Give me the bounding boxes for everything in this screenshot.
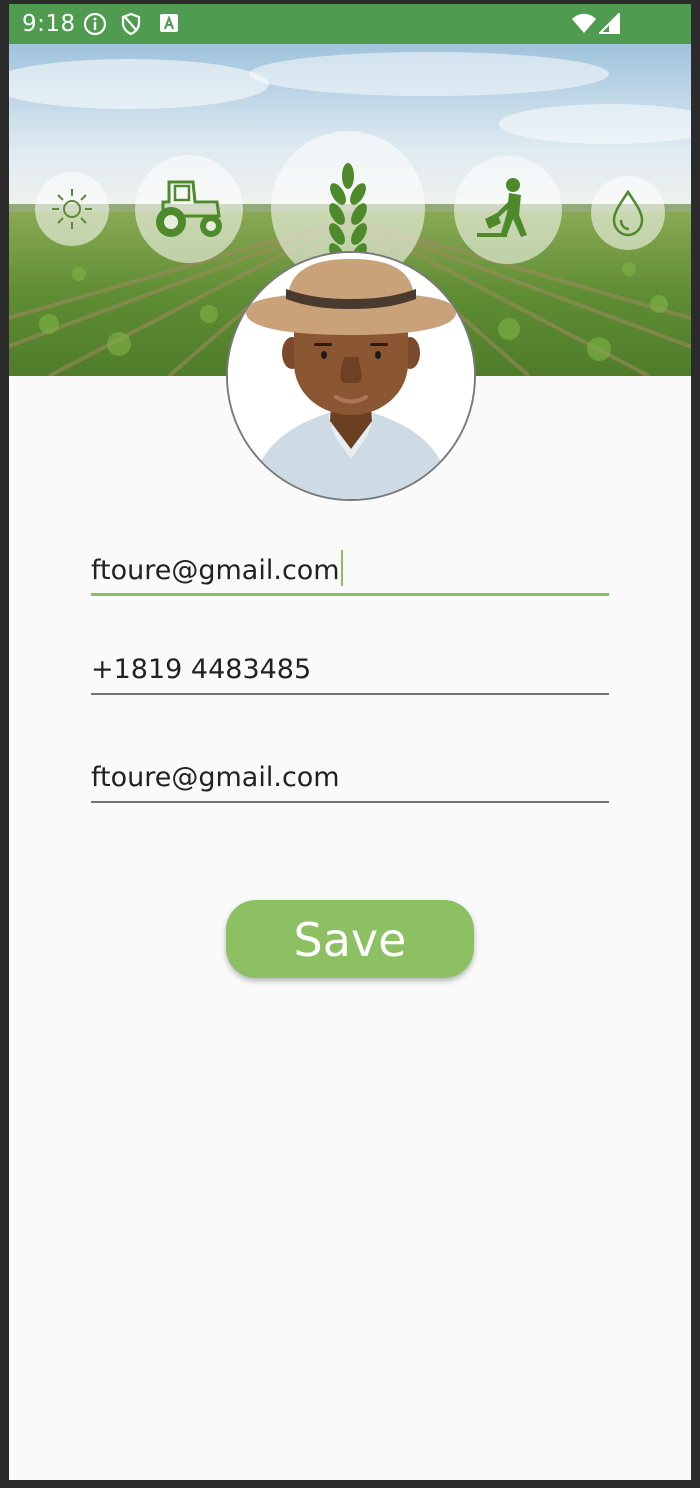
shield-icon: [120, 12, 142, 41]
email-field[interactable]: ftoure@gmail.com: [91, 544, 609, 596]
status-bar: 9:18: [9, 4, 691, 44]
a-badge-icon: [159, 12, 179, 39]
sun-icon: [35, 172, 109, 246]
wifi-icon: [571, 13, 597, 40]
info-icon: [83, 12, 107, 41]
phone-field[interactable]: +1819 4483485: [91, 643, 609, 695]
email-field-value: ftoure@gmail.com: [91, 555, 340, 586]
app-screen: 9:18 ftoure@gmail.com +1819 4483485 ftou…: [9, 4, 691, 1480]
email-confirm-field-underline: [91, 801, 609, 803]
email-confirm-field[interactable]: ftoure@gmail.com: [91, 751, 609, 803]
signal-icon: [597, 11, 621, 40]
tractor-icon: [135, 155, 243, 263]
avatar[interactable]: [226, 251, 476, 501]
farmer-avatar-image: [228, 253, 474, 499]
email-confirm-field-value: ftoure@gmail.com: [91, 762, 340, 793]
save-button[interactable]: Save: [226, 900, 474, 978]
text-cursor: [340, 550, 343, 586]
status-time: 9:18: [22, 11, 76, 37]
phone-field-value: +1819 4483485: [91, 654, 312, 685]
water-drop-icon: [591, 176, 665, 250]
email-field-underline: [91, 593, 609, 596]
farmer-digging-icon: [454, 156, 562, 264]
phone-field-underline: [91, 693, 609, 695]
